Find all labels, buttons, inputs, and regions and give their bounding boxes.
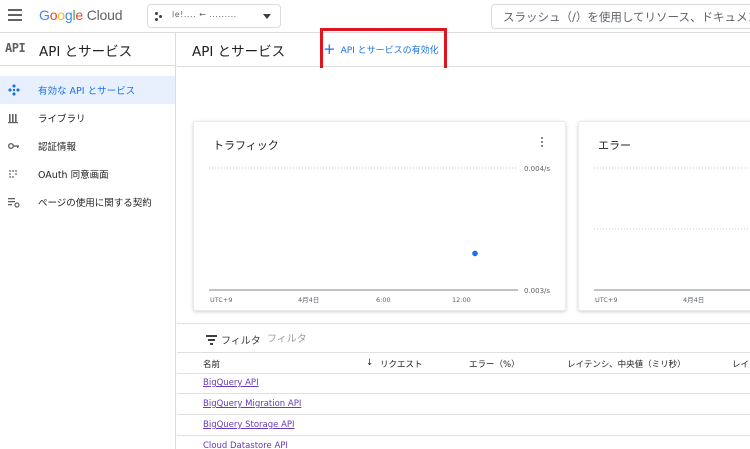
- table-row: BigQuery Storage API: [177, 416, 750, 436]
- filter-bar: フィルタ: [177, 323, 750, 353]
- search-input[interactable]: [492, 5, 750, 28]
- consent-dots-icon: [9, 170, 17, 178]
- table-row: Cloud Datastore API: [177, 437, 750, 449]
- table-row: BigQuery Migration API: [177, 395, 750, 415]
- enable-apis-label: API とサービスの有効化: [340, 45, 439, 56]
- caret-down-icon: [263, 14, 271, 19]
- settings-list-icon: [8, 198, 20, 208]
- column-header-name[interactable]: 名前: [203, 358, 220, 370]
- sidebar-nav: 有効な API とサービス ライブラリ 認証情報 OAuth 同意画面 ページの…: [0, 76, 175, 216]
- sidebar-item-label: ライブラリ: [38, 114, 86, 125]
- api-link[interactable]: BigQuery API: [203, 378, 259, 388]
- y-tick-label: 0.003/s: [524, 287, 550, 295]
- traffic-chart-card: トラフィック 0.004/s 0.003/s UTC+9 4月4日 6:00 1…: [193, 121, 566, 311]
- errors-chart: UTC+9 4月4日: [594, 167, 750, 304]
- errors-chart-card: エラー UTC+9 4月4日: [578, 121, 750, 311]
- y-tick-label: 0.004/s: [524, 165, 550, 173]
- sidebar: API API とサービス 有効な API とサービス ライブラリ 認証情報 O…: [0, 33, 176, 449]
- library-icon: [8, 114, 18, 124]
- x-tick-label: UTC+9: [595, 296, 617, 304]
- table-row: BigQuery API: [177, 374, 750, 394]
- x-tick-label: 6:00: [376, 296, 391, 304]
- traffic-chart: 0.004/s 0.003/s UTC+9 4月4日 6:00 12:00: [209, 165, 550, 304]
- column-header-requests[interactable]: リクエスト: [380, 358, 423, 370]
- sidebar-item-library[interactable]: ライブラリ: [0, 104, 175, 132]
- table-header: 名前 ↓ リクエスト エラー（%） レイテンシ、中央値（ミリ秒） レイ: [177, 354, 750, 374]
- main-content: トラフィック 0.004/s 0.003/s UTC+9 4月4日 6:00 1…: [177, 68, 750, 449]
- column-header-errors[interactable]: エラー（%）: [469, 358, 520, 370]
- enable-apis-button[interactable]: + API とサービスの有効化: [323, 39, 439, 59]
- filter-input[interactable]: [267, 329, 467, 349]
- sidebar-title: API とサービス: [39, 44, 133, 60]
- project-name: le!.... ← .........: [172, 10, 237, 19]
- top-bar: Google Cloud le!.... ← .........: [0, 0, 750, 33]
- filter-icon[interactable]: [206, 335, 217, 345]
- x-tick-label: 4月4日: [683, 296, 704, 304]
- plus-icon: +: [323, 39, 336, 58]
- sidebar-header: API API とサービス: [0, 33, 175, 66]
- project-dots-icon: [155, 12, 163, 21]
- key-icon: [8, 143, 19, 149]
- filter-label: フィルタ: [221, 336, 261, 347]
- sidebar-item-label: ページの使用に関する契約: [38, 198, 152, 209]
- google-cloud-logo[interactable]: Google Cloud: [39, 7, 122, 23]
- page-title: API とサービス: [192, 44, 286, 60]
- sidebar-item-label: OAuth 同意画面: [38, 170, 109, 181]
- menu-icon[interactable]: [8, 9, 22, 21]
- x-tick-label: 12:00: [452, 296, 471, 304]
- sidebar-item-label: 有効な API とサービス: [38, 86, 136, 97]
- sidebar-item-page-usage-agreements[interactable]: ページの使用に関する契約: [0, 188, 175, 216]
- x-tick-label: 4月4日: [298, 296, 319, 304]
- api-link[interactable]: BigQuery Storage API: [203, 420, 295, 430]
- api-link[interactable]: BigQuery Migration API: [203, 399, 301, 409]
- api-diamond-icon: [8, 84, 20, 96]
- search-box[interactable]: [491, 4, 750, 29]
- sidebar-item-oauth-consent[interactable]: OAuth 同意画面: [0, 160, 175, 188]
- api-badge-icon: API: [5, 41, 26, 55]
- api-link[interactable]: Cloud Datastore API: [203, 441, 288, 449]
- sidebar-item-enabled-apis[interactable]: 有効な API とサービス: [0, 76, 175, 104]
- sidebar-item-label: 認証情報: [38, 142, 77, 153]
- column-header-latency[interactable]: レイ: [732, 358, 749, 370]
- sidebar-item-credentials[interactable]: 認証情報: [0, 132, 175, 160]
- column-header-latency-median[interactable]: レイテンシ、中央値（ミリ秒）: [567, 358, 686, 370]
- project-picker[interactable]: le!.... ← .........: [147, 4, 281, 28]
- data-point: [472, 250, 478, 257]
- main-header: API とサービス + API とサービスの有効化: [177, 33, 750, 67]
- sort-arrow-down-icon[interactable]: ↓: [366, 358, 373, 368]
- x-tick-label: UTC+9: [210, 296, 232, 304]
